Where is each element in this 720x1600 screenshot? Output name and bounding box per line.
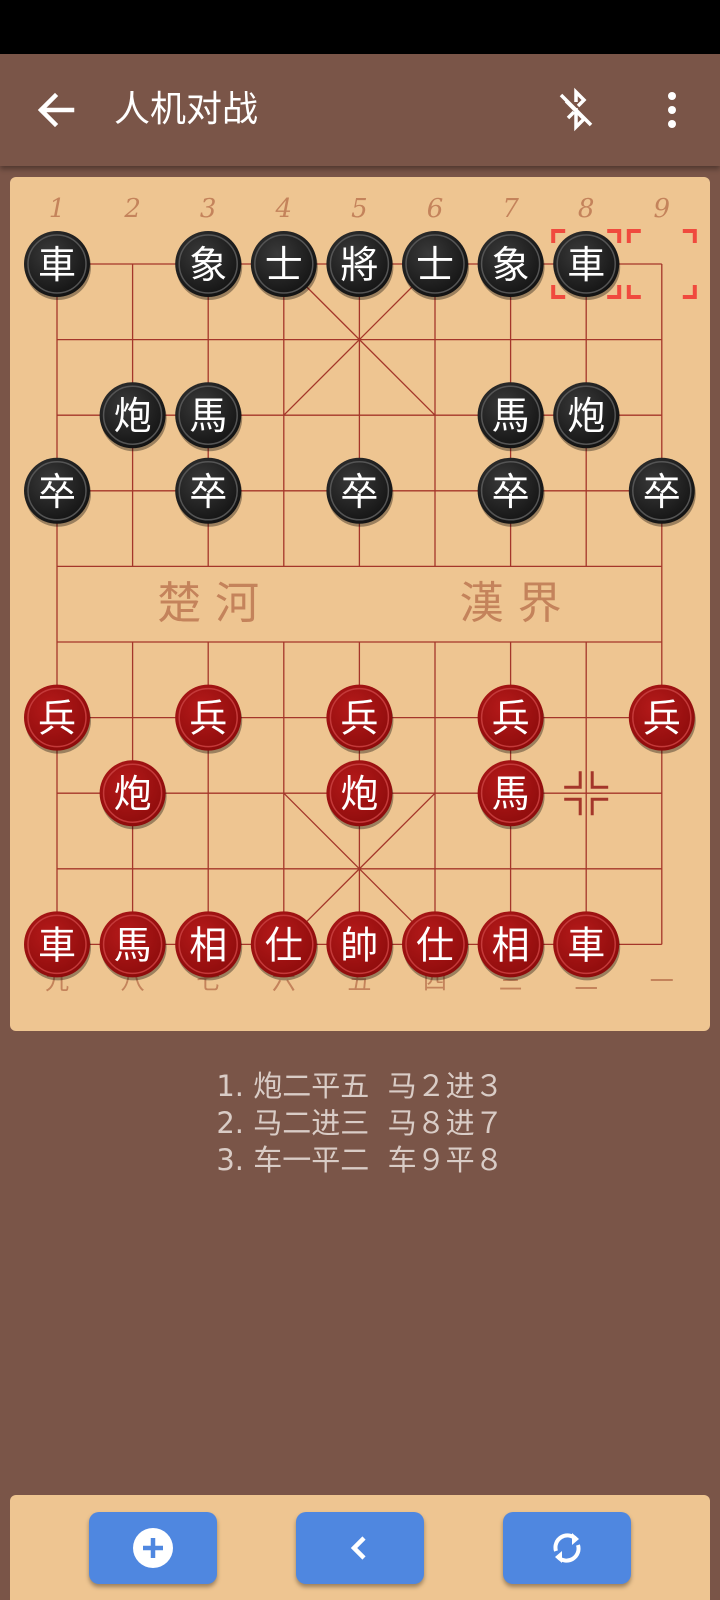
piece-label: 卒 xyxy=(340,470,378,514)
piece-label: 卒 xyxy=(189,470,227,514)
piece-label: 卒 xyxy=(38,470,76,514)
red-piece[interactable]: 兵 xyxy=(326,684,394,754)
piece-label: 車 xyxy=(567,923,605,967)
black-piece[interactable]: 炮 xyxy=(553,382,621,452)
file-number-top: 6 xyxy=(427,194,444,224)
sync-icon xyxy=(553,1533,581,1563)
move-entry: 2. 马二进三 马８进７ xyxy=(216,1106,504,1140)
black-piece[interactable]: 士 xyxy=(402,231,469,300)
piece-label: 仕 xyxy=(416,923,454,967)
red-piece[interactable]: 炮 xyxy=(99,760,167,830)
chess-board[interactable]: 楚 河漢 界123456789九八七六五四三二一車象士將士象車炮馬馬炮卒卒卒卒卒… xyxy=(10,177,710,1031)
piece-label: 馬 xyxy=(492,394,530,438)
black-piece[interactable]: 將 xyxy=(326,231,394,300)
black-piece[interactable]: 卒 xyxy=(326,457,394,527)
piece-label: 仕 xyxy=(265,923,303,967)
piece-label: 象 xyxy=(492,243,530,287)
file-number-top: 1 xyxy=(49,194,66,224)
red-piece[interactable]: 兵 xyxy=(628,684,696,754)
piece-label: 兵 xyxy=(189,697,227,741)
piece-label: 車 xyxy=(567,243,605,287)
file-number-top: 2 xyxy=(123,194,141,224)
piece-label: 相 xyxy=(189,923,227,967)
black-piece[interactable]: 士 xyxy=(250,231,318,300)
piece-label: 炮 xyxy=(114,772,152,816)
piece-label: 兵 xyxy=(340,697,378,741)
black-piece[interactable]: 馬 xyxy=(477,382,545,452)
piece-label: 炮 xyxy=(340,772,378,816)
black-piece[interactable]: 卒 xyxy=(628,457,696,527)
piece-label: 帥 xyxy=(340,923,378,967)
black-piece[interactable]: 象 xyxy=(477,231,545,300)
red-piece[interactable]: 帥 xyxy=(326,911,394,981)
piece-label: 兵 xyxy=(38,697,76,741)
piece-label: 炮 xyxy=(567,394,605,438)
back-button[interactable] xyxy=(30,84,82,136)
piece-label: 卒 xyxy=(643,470,681,514)
bluetooth-disabled-icon xyxy=(559,87,593,132)
arrow-back-icon xyxy=(37,92,75,128)
black-piece[interactable]: 卒 xyxy=(24,457,91,527)
more-vert-icon xyxy=(668,92,676,128)
new-game-button[interactable] xyxy=(89,1512,217,1584)
red-piece[interactable]: 車 xyxy=(553,911,621,981)
piece-label: 馬 xyxy=(189,394,227,438)
piece-label: 車 xyxy=(38,243,76,287)
piece-label: 相 xyxy=(492,923,530,967)
piece-label: 象 xyxy=(189,243,227,287)
black-piece[interactable]: 炮 xyxy=(99,382,167,452)
file-number-bottom: 一 xyxy=(650,967,674,995)
status-bar xyxy=(0,0,720,54)
bottom-toolbar xyxy=(10,1495,710,1600)
file-number-top: 3 xyxy=(200,194,217,224)
piece-label: 兵 xyxy=(492,697,530,741)
piece-label: 卒 xyxy=(492,470,530,514)
bluetooth-button[interactable] xyxy=(550,84,602,136)
piece-label: 炮 xyxy=(114,394,152,438)
black-piece[interactable]: 馬 xyxy=(175,382,243,452)
red-piece[interactable]: 炮 xyxy=(326,760,394,830)
add-circle-icon xyxy=(133,1528,173,1568)
move-entry: 1. 炮二平五 马２进３ xyxy=(216,1069,504,1103)
piece-label: 士 xyxy=(416,243,454,287)
piece-label: 兵 xyxy=(643,697,681,741)
board-grid xyxy=(56,263,663,946)
red-piece[interactable]: 兵 xyxy=(477,684,545,754)
red-piece[interactable]: 車 xyxy=(24,911,91,981)
file-number-top: 5 xyxy=(351,194,368,224)
red-piece[interactable]: 馬 xyxy=(99,911,167,981)
river-label-left: 楚 河 xyxy=(157,578,259,629)
red-piece[interactable]: 馬 xyxy=(477,760,545,830)
file-number-top: 8 xyxy=(578,194,595,224)
red-piece[interactable]: 兵 xyxy=(24,684,91,754)
black-piece[interactable]: 象 xyxy=(175,231,243,300)
red-piece[interactable]: 仕 xyxy=(402,911,469,981)
black-piece[interactable]: 卒 xyxy=(175,457,243,527)
undo-button[interactable] xyxy=(296,1512,424,1584)
file-number-top: 7 xyxy=(502,194,519,224)
black-piece[interactable]: 車 xyxy=(24,231,91,300)
red-piece[interactable]: 相 xyxy=(477,911,545,981)
piece-label: 馬 xyxy=(114,923,152,967)
board-canvas[interactable]: 楚 河漢 界1 2 3 4 5 6 7 8 9九八七六五四三二一車象士將士象車炮馬馬炮卒卒卒卒卒… xyxy=(10,177,710,1031)
move-list: 1. 炮二平五 马２进３ 2. 马二进三 马８进７ 3. 车一平二 车９平８ xyxy=(0,1068,720,1179)
black-piece[interactable]: 車 xyxy=(553,231,621,300)
black-piece[interactable]: 卒 xyxy=(477,457,545,527)
app-bar: 人机对战 xyxy=(0,54,720,166)
flip-board-button[interactable] xyxy=(503,1512,631,1584)
page-title: 人机对战 xyxy=(114,89,259,130)
piece-label: 將 xyxy=(340,243,378,287)
move-entry: 3. 车一平二 车９平８ xyxy=(216,1143,504,1177)
file-number-top: 4 xyxy=(275,194,293,224)
file-number-top: 9 xyxy=(654,194,671,224)
chevron-left-icon xyxy=(350,1536,366,1560)
red-piece[interactable]: 兵 xyxy=(175,684,243,754)
red-piece[interactable]: 仕 xyxy=(250,911,318,981)
piece-label: 馬 xyxy=(492,772,530,816)
red-piece[interactable]: 相 xyxy=(175,911,243,981)
piece-label: 士 xyxy=(265,243,303,287)
more-menu-button[interactable] xyxy=(646,84,698,136)
river-label-right: 漢 界 xyxy=(460,578,562,629)
piece-label: 車 xyxy=(38,923,76,967)
